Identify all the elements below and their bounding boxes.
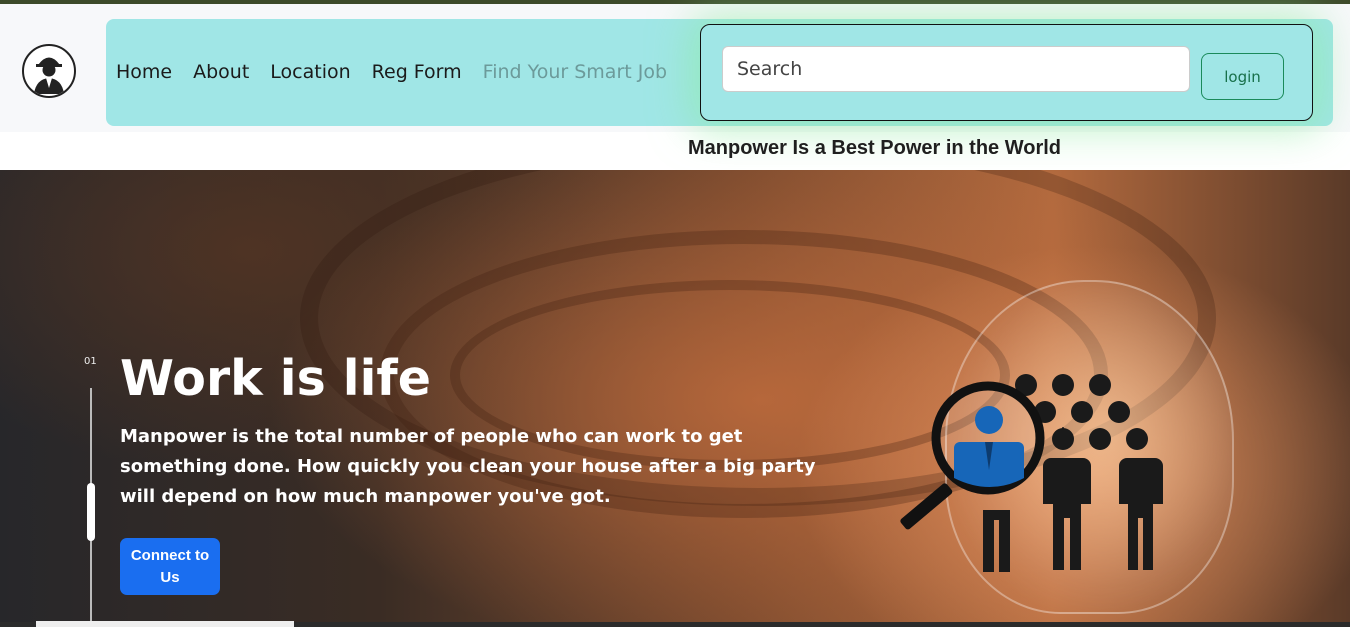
hero-title: Work is life <box>120 350 431 407</box>
worker-helmet-icon[interactable] <box>22 44 76 98</box>
search-form: login <box>700 24 1313 121</box>
nav-links: Home About Location Reg Form Find Your S… <box>116 61 688 83</box>
navbar: Home About Location Reg Form Find Your S… <box>106 19 1333 126</box>
nav-find-job-link[interactable]: Find Your Smart Job <box>483 61 667 83</box>
nav-home-link[interactable]: Home <box>116 61 172 83</box>
slide-number: 01 <box>84 356 97 367</box>
tagline: Manpower Is a Best Power in the World <box>688 137 1062 159</box>
people-search-icon <box>900 374 1163 572</box>
nav-reg-form-link[interactable]: Reg Form <box>372 61 462 83</box>
nav-location-link[interactable]: Location <box>270 61 350 83</box>
login-button[interactable]: login <box>1201 53 1284 100</box>
footer-card-edge <box>36 621 294 627</box>
nav-about-link[interactable]: About <box>193 61 249 83</box>
header: Home About Location Reg Form Find Your S… <box>0 4 1350 132</box>
hero-section: 01 Work is life Manpower is the total nu… <box>0 170 1350 622</box>
connect-button[interactable]: Connect to Us <box>120 538 220 595</box>
hero-description: Manpower is the total number of people w… <box>120 426 816 507</box>
search-input[interactable] <box>722 46 1190 92</box>
slider-indicator[interactable] <box>87 483 95 541</box>
